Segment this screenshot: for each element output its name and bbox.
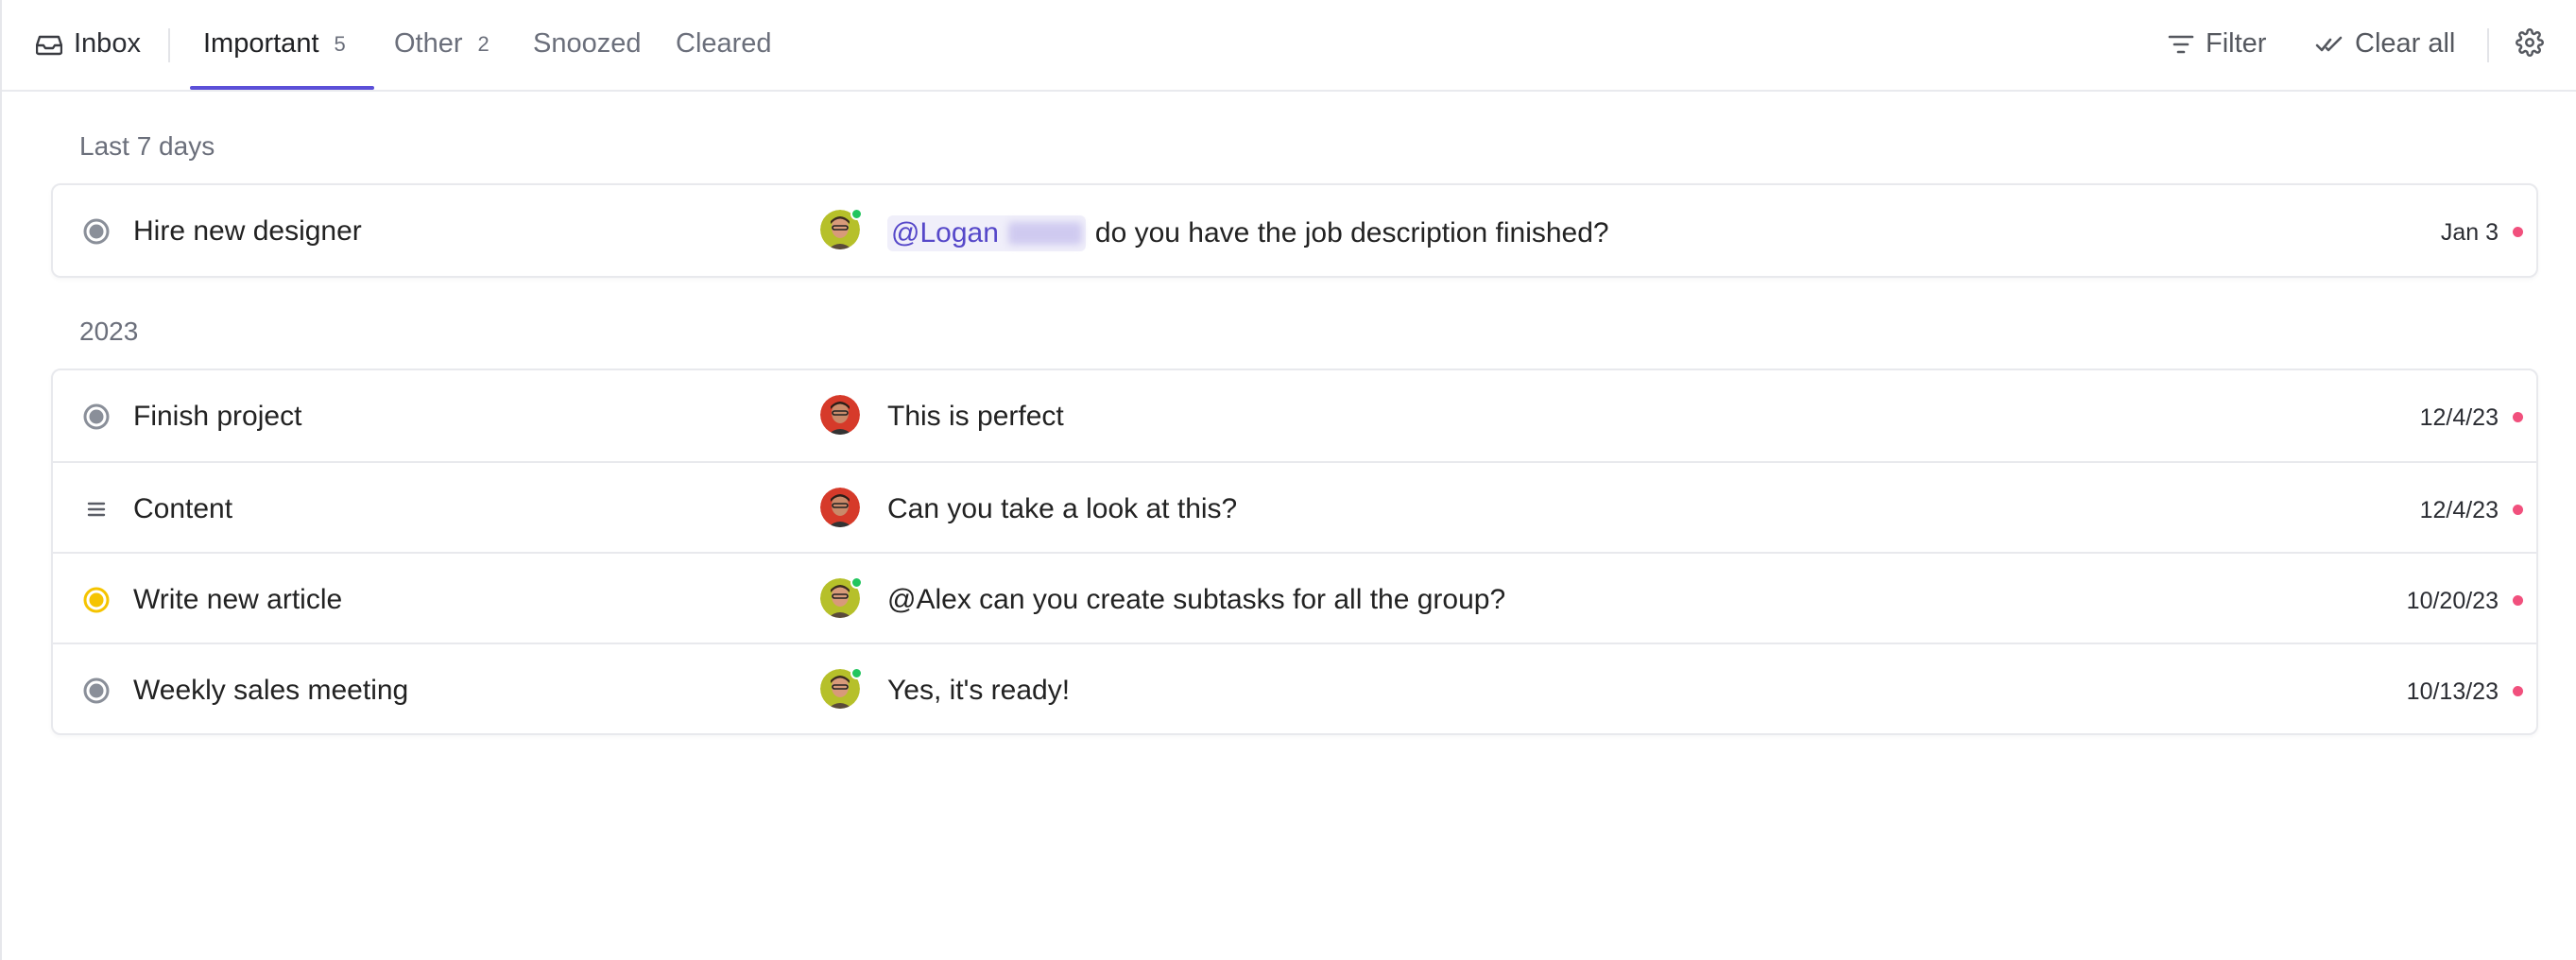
tab-snoozed-label: Snoozed [533,28,642,59]
message-preview[interactable]: Can you take a look at this? [887,493,1237,525]
list-item[interactable]: Write new article @Alex can you create s… [53,552,2536,643]
avatar [820,208,863,249]
tab-other-label: Other [394,28,463,59]
list-item[interactable]: Hire new designer @Logan do you have the… [53,185,2536,276]
message-text: This is perfect [887,401,1064,432]
unread-dot [2513,227,2523,237]
filter-lines-icon [2168,35,2194,53]
online-indicator [850,208,863,220]
mention-text: @Logan [891,217,999,249]
avatar [820,488,860,527]
list-item[interactable]: Weekly sales meeting Yes, it's ready! 10… [53,643,2536,733]
message-text: do you have the job description finished… [1094,217,1609,249]
clear-all-button[interactable]: Clear all [2315,28,2455,60]
unread-dot [2513,595,2523,606]
task-name[interactable]: Content [133,493,232,525]
header-divider [168,28,170,62]
task-name[interactable]: Hire new designer [133,215,362,248]
task-name[interactable]: Finish project [133,401,301,433]
unread-dot [2513,505,2523,515]
double-check-icon [2315,36,2343,51]
tab-important-count: 5 [334,31,346,56]
header-divider-right [2487,28,2489,62]
inbox-tray-icon [36,35,62,55]
message-preview[interactable]: Yes, it's ready! [887,675,1070,707]
task-name[interactable]: Weekly sales meeting [133,675,408,707]
date-label: 12/4/23 [2419,404,2499,431]
active-tab-indicator [190,86,374,90]
avatar [820,576,863,618]
avatar [820,667,863,709]
tab-cleared-label: Cleared [676,28,772,59]
inbox-app: Inbox Important 5 Other 2 Snoozed Cleare… [0,0,2576,960]
clear-all-label: Clear all [2355,28,2456,59]
avatar-photo-icon [820,488,860,527]
date-label: 10/13/23 [2406,678,2499,705]
mention-tag[interactable]: @Logan [887,215,1086,251]
message-text: @Alex can you create subtasks for all th… [887,584,1506,615]
filter-button[interactable]: Filter [2168,28,2266,60]
status-circle-yellow-icon[interactable] [83,587,110,613]
date-label: 10/20/23 [2406,588,2499,614]
avatar [820,395,860,435]
tab-cleared[interactable]: Cleared [676,28,772,60]
avatar-photo-icon [820,395,860,435]
tab-other[interactable]: Other 2 [394,28,489,60]
section-title-2023: 2023 [79,317,139,346]
message-preview[interactable]: @Alex can you create subtasks for all th… [887,584,1505,616]
inbox-label: Inbox [74,28,141,59]
inbox-title[interactable]: Inbox [36,28,141,60]
redacted-name [1007,222,1082,245]
section-title-last-7-days: Last 7 days [79,131,215,161]
gear-icon[interactable] [2516,28,2544,57]
message-text: Yes, it's ready! [887,675,1071,706]
status-circle-icon[interactable] [83,403,110,430]
date-label: Jan 3 [2440,219,2499,246]
tab-important-label: Important [203,28,319,59]
notification-card: Hire new designer @Logan do you have the… [51,183,2538,278]
online-indicator [850,667,863,679]
inbox-header: Inbox Important 5 Other 2 Snoozed Cleare… [2,0,2576,92]
list-lines-icon[interactable] [83,496,110,523]
unread-dot [2513,412,2523,422]
date-label: 12/4/23 [2419,497,2499,523]
list-item[interactable]: Content Can you take a look at this? 12/… [53,461,2536,552]
filter-label: Filter [2206,28,2267,59]
message-text: Can you take a look at this? [887,493,1238,524]
message-preview[interactable]: @Logan do you have the job description f… [887,215,1609,251]
tab-important[interactable]: Important 5 [203,28,346,60]
status-circle-icon[interactable] [83,677,110,704]
message-preview[interactable]: This is perfect [887,401,1064,433]
list-item[interactable]: Finish project This is perfect 12/4/23 [53,370,2536,461]
status-circle-icon[interactable] [83,218,110,245]
online-indicator [850,576,863,589]
task-name[interactable]: Write new article [133,584,342,616]
tab-snoozed[interactable]: Snoozed [533,28,642,60]
notification-card: Finish project This is perfect 12/4/23 C… [51,369,2538,735]
unread-dot [2513,686,2523,696]
tab-other-count: 2 [477,31,489,56]
